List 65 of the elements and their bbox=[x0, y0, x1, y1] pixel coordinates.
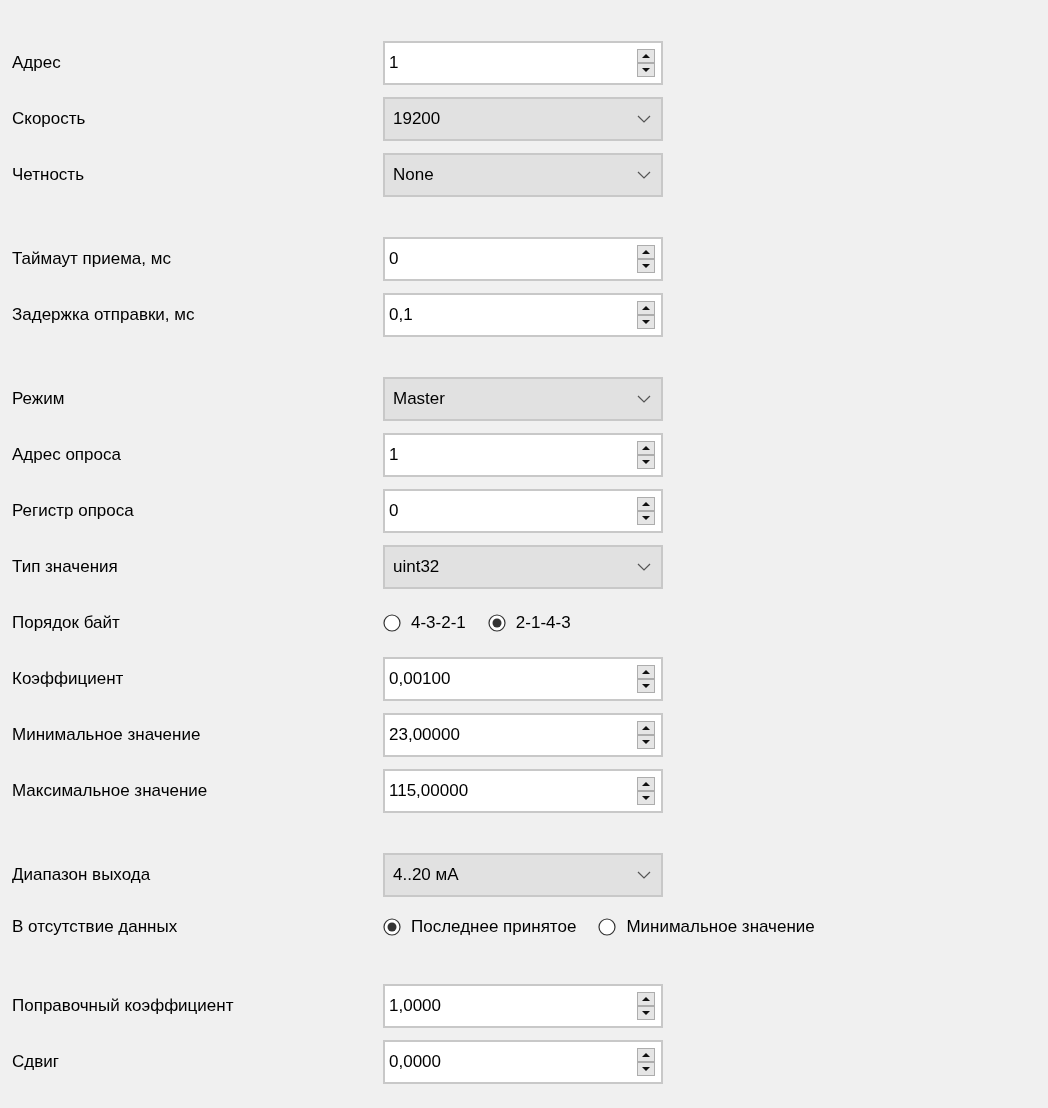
spin-down-button[interactable] bbox=[637, 63, 655, 77]
spin-box[interactable]: 1 bbox=[383, 41, 663, 85]
spin-up-button[interactable] bbox=[637, 497, 655, 511]
dropdown[interactable]: None bbox=[383, 153, 663, 197]
field-label: В отсутствие данных bbox=[12, 916, 179, 937]
field-label: Тип значения bbox=[12, 557, 119, 577]
spin-up-button[interactable] bbox=[637, 301, 655, 315]
radio-option[interactable]: 4-3-2-1 bbox=[383, 613, 466, 633]
spin-box[interactable]: 0,1 bbox=[383, 293, 663, 337]
spin-up-button[interactable] bbox=[637, 665, 655, 679]
radio-option[interactable]: Последнее принятое bbox=[383, 916, 577, 937]
spin-up-button[interactable] bbox=[637, 721, 655, 735]
spin-down-button[interactable] bbox=[637, 1062, 655, 1076]
chevron-down-icon bbox=[637, 115, 651, 123]
spin-box[interactable]: 1 bbox=[383, 433, 663, 477]
spin-up-button[interactable] bbox=[637, 245, 655, 259]
radio-button[interactable] bbox=[383, 917, 401, 936]
spin-down-button[interactable] bbox=[637, 259, 655, 273]
radio-button[interactable] bbox=[598, 917, 617, 936]
field-label: Коэффициент bbox=[12, 669, 125, 689]
dropdown[interactable]: uint32 bbox=[383, 545, 663, 589]
spin-down-button[interactable] bbox=[637, 679, 655, 693]
spin-up-button[interactable] bbox=[637, 441, 655, 455]
field-label: Максимальное значение bbox=[12, 781, 209, 801]
radio-option[interactable]: 2-1-4-3 bbox=[487, 613, 571, 633]
spin-box[interactable]: 115,00000 bbox=[383, 769, 663, 813]
chevron-down-icon bbox=[637, 871, 651, 879]
field-label: Сдвиг bbox=[12, 1052, 60, 1072]
field-label: Таймаут приема, мс bbox=[12, 249, 172, 269]
field-label: Поправочный коэффициент bbox=[12, 996, 235, 1016]
spin-box[interactable]: 0,0000 bbox=[383, 1040, 663, 1084]
dropdown[interactable]: 19200 bbox=[383, 97, 663, 141]
radio-button[interactable] bbox=[383, 614, 401, 632]
chevron-down-icon bbox=[637, 171, 651, 179]
spin-down-button[interactable] bbox=[637, 455, 655, 469]
spin-box[interactable]: 23,00000 bbox=[383, 713, 663, 757]
spin-box[interactable]: 0 bbox=[383, 489, 663, 533]
spin-down-button[interactable] bbox=[637, 511, 655, 525]
field-label: Регистр опроса bbox=[12, 501, 135, 521]
field-label: Порядок байт bbox=[12, 613, 121, 633]
spin-up-button[interactable] bbox=[637, 49, 655, 63]
chevron-down-icon bbox=[637, 563, 651, 571]
field-label: Задержка отправки, мс bbox=[12, 305, 196, 325]
field-label: Режим bbox=[12, 389, 66, 409]
spin-box[interactable]: 0,00100 bbox=[383, 657, 663, 701]
spin-up-button[interactable] bbox=[637, 992, 655, 1006]
spin-box[interactable]: 1,0000 bbox=[383, 984, 663, 1028]
field-label: Четность bbox=[12, 165, 85, 185]
field-label: Скорость bbox=[12, 109, 87, 129]
field-label: Адрес bbox=[12, 53, 62, 73]
chevron-down-icon bbox=[637, 395, 651, 403]
spin-box[interactable]: 0 bbox=[383, 237, 663, 281]
dropdown[interactable]: Master bbox=[383, 377, 663, 421]
spin-down-button[interactable] bbox=[637, 735, 655, 749]
spin-down-button[interactable] bbox=[637, 315, 655, 329]
radio-button[interactable] bbox=[487, 614, 506, 632]
radio-option[interactable]: Минимальное значение bbox=[598, 916, 815, 937]
dropdown[interactable]: 4..20 мА bbox=[383, 853, 663, 897]
spin-up-button[interactable] bbox=[637, 1048, 655, 1062]
field-label: Диапазон выхода bbox=[12, 865, 152, 885]
spin-down-button[interactable] bbox=[637, 791, 655, 805]
field-label: Адрес опроса bbox=[12, 445, 122, 465]
spin-up-button[interactable] bbox=[637, 777, 655, 791]
spin-down-button[interactable] bbox=[637, 1006, 655, 1020]
field-label: Минимальное значение bbox=[12, 725, 202, 745]
